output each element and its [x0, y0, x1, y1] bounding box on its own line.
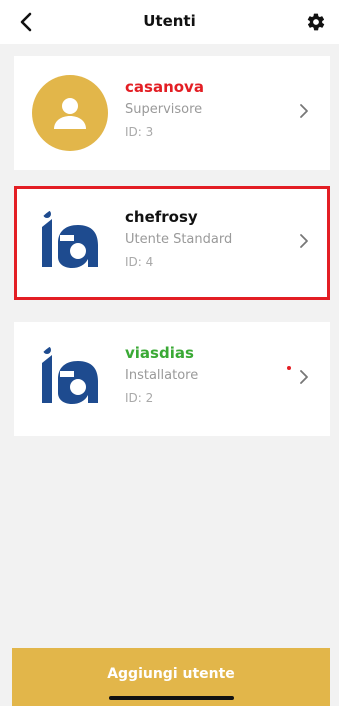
settings-button[interactable] — [303, 9, 329, 35]
user-name: chefrosy — [125, 208, 198, 226]
user-id: ID: 4 — [125, 255, 154, 269]
user-role: Supervisore — [125, 102, 203, 117]
ia-logo-icon — [42, 210, 98, 268]
ia-logo-icon — [42, 346, 98, 404]
home-indicator — [109, 696, 234, 700]
user-info: chefrosy Utente Standard ID: 4 — [125, 208, 232, 269]
user-card-chefrosy[interactable]: chefrosy Utente Standard ID: 4 — [14, 186, 330, 300]
user-icon — [54, 98, 86, 129]
user-role: Installatore — [125, 368, 199, 383]
page-title: Utenti — [143, 12, 196, 30]
ia-logo-avatar — [32, 205, 108, 281]
gear-icon — [307, 13, 325, 31]
user-card-casanova[interactable]: casanova Supervisore ID: 3 — [14, 56, 330, 170]
user-id: ID: 2 — [125, 391, 154, 405]
notification-dot — [287, 366, 291, 370]
top-bar: Utenti — [0, 0, 339, 44]
chevron-right-icon — [296, 230, 312, 252]
user-info: viasdias Installatore ID: 2 — [125, 344, 198, 405]
user-name: casanova — [125, 78, 204, 96]
user-name: viasdias — [125, 344, 194, 362]
user-role: Utente Standard — [125, 232, 233, 247]
user-card-viasdias[interactable]: viasdias Installatore ID: 2 — [14, 322, 330, 436]
chevron-right-icon — [296, 366, 312, 388]
ia-logo-avatar — [32, 341, 108, 417]
user-id: ID: 3 — [125, 125, 154, 139]
user-avatar — [32, 75, 108, 151]
chevron-right-icon — [296, 100, 312, 122]
user-info: casanova Supervisore ID: 3 — [125, 78, 204, 139]
